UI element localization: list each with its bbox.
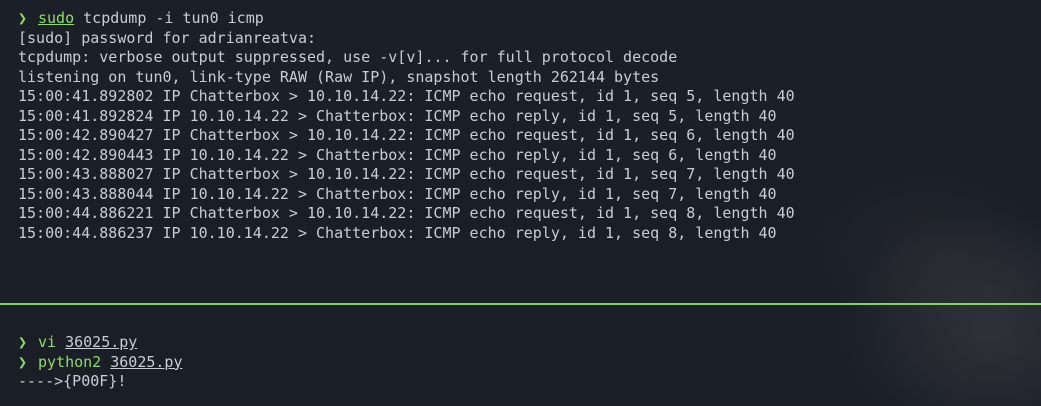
output-line: listening on tun0, link-type RAW (Raw IP…	[18, 67, 660, 86]
packet-line: 15:00:42.890443 IP 10.10.14.22 > Chatter…	[18, 145, 777, 164]
command-python2: python2	[38, 352, 102, 371]
prompt-chevron-icon: ❯	[18, 352, 28, 371]
prompt-chevron-icon: ❯	[18, 333, 28, 351]
prompt-chevron-icon: ❯	[18, 9, 28, 27]
terminal-pane-top[interactable]: ❯ sudo tcpdump -i tun0 icmp [sudo] passwo…	[0, 9, 1041, 299]
packet-line: 15:00:43.888044 IP 10.10.14.22 > Chatter…	[18, 184, 777, 203]
output-line: ---->{P00F}!	[18, 372, 127, 390]
packet-line: 15:00:43.888027 IP Chatterbox > 10.10.14…	[18, 165, 795, 183]
terminal-window[interactable]: ❯ sudo tcpdump -i tun0 icmp [sudo] passwo…	[0, 0, 1041, 406]
output-line: [sudo] password for adrianreatva:	[18, 28, 317, 47]
packet-line: 15:00:41.892824 IP 10.10.14.22 > Chatter…	[18, 106, 777, 125]
packet-line: 15:00:41.892802 IP Chatterbox > 10.10.14…	[18, 87, 795, 105]
command-line: ❯ python2 36025.py	[18, 353, 1041, 373]
command-vi: vi	[38, 333, 57, 351]
packet-line: 15:00:42.890427 IP Chatterbox > 10.10.14…	[18, 126, 795, 144]
command-line: ❯ sudo tcpdump -i tun0 icmp	[18, 9, 1041, 29]
packet-line: 15:00:44.886237 IP 10.10.14.22 > Chatter…	[18, 223, 777, 242]
terminal-pane-bottom[interactable]: ❯ vi 36025.py ❯ python2 36025.py ---->{P00…	[0, 333, 1041, 406]
command-args: tcpdump -i tun0 icmp	[74, 9, 264, 27]
output-line: tcpdump: verbose output suppressed, use …	[18, 48, 678, 66]
file-argument[interactable]: 36025.py	[110, 353, 182, 371]
command-sudo: sudo	[38, 9, 75, 27]
file-argument[interactable]: 36025.py	[65, 333, 137, 351]
packet-line: 15:00:44.886221 IP Chatterbox > 10.10.14…	[18, 204, 795, 222]
pane-divider[interactable]	[0, 303, 1041, 305]
command-line: ❯ vi 36025.py	[18, 333, 1041, 353]
